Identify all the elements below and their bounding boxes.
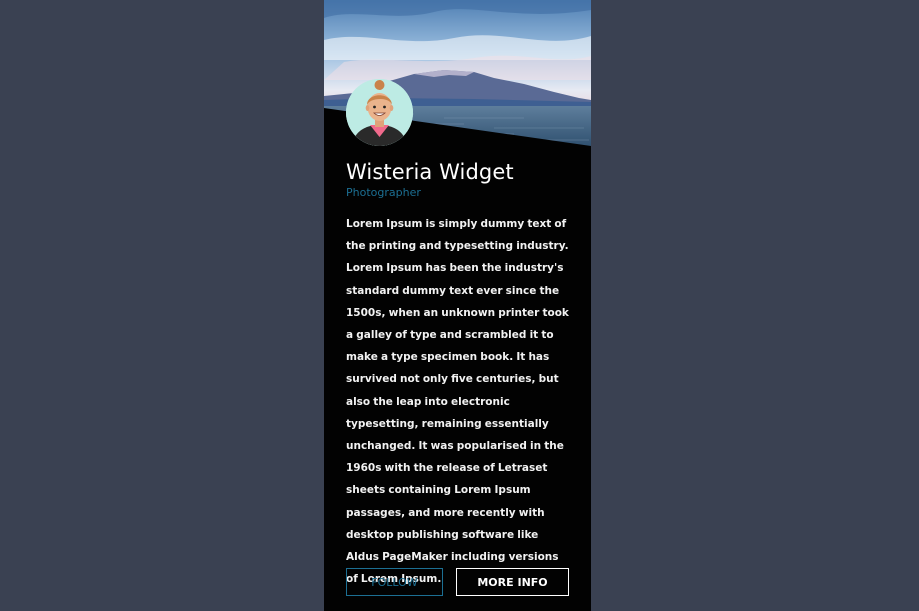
more-info-button[interactable]: MORE INFO: [456, 568, 569, 596]
avatar: [346, 79, 413, 146]
profile-card: Wisteria Widget Photographer Lorem Ipsum…: [324, 0, 591, 611]
follow-button[interactable]: FOLLOW: [346, 568, 443, 596]
profile-name: Wisteria Widget: [346, 160, 514, 184]
profile-bio: Lorem Ipsum is simply dummy text of the …: [346, 218, 569, 586]
profile-role: Photographer: [346, 186, 421, 199]
